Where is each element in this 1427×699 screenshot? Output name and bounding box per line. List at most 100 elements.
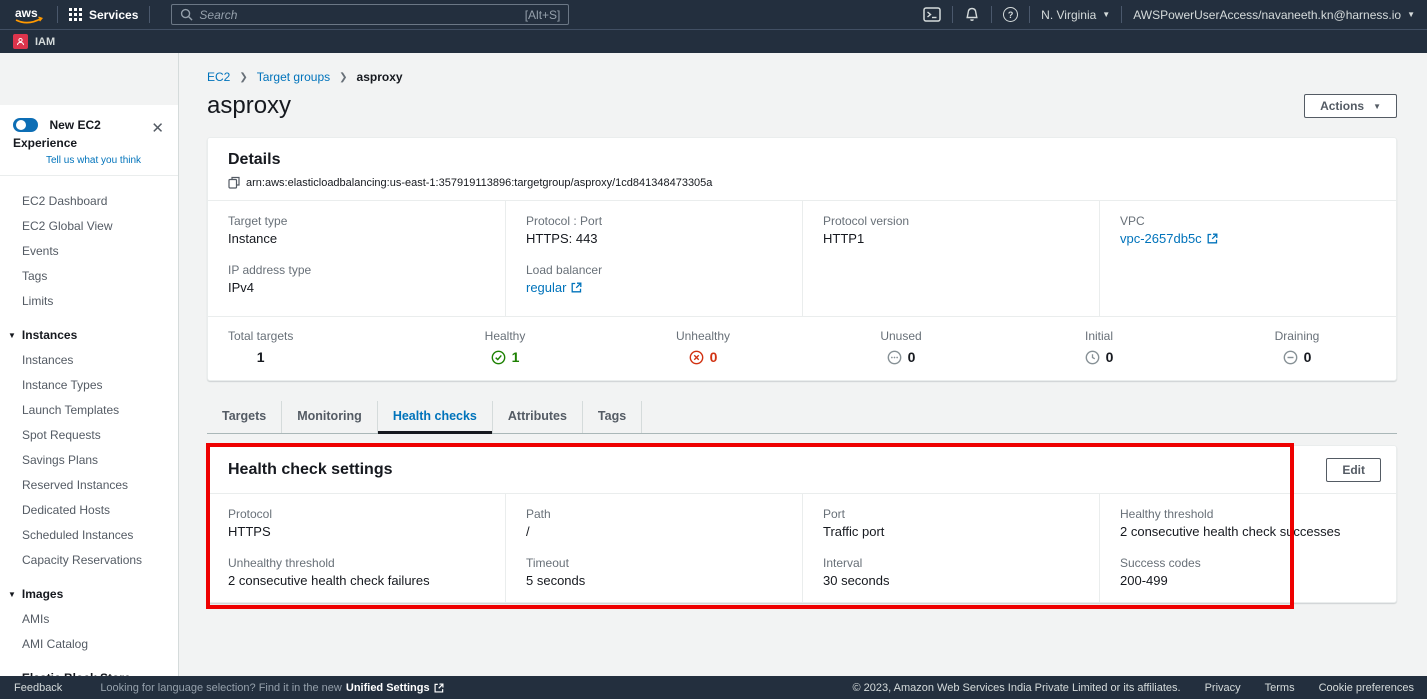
privacy-link[interactable]: Privacy <box>1205 682 1241 694</box>
field-value: 30 seconds <box>823 573 1079 588</box>
account-menu[interactable]: AWSPowerUserAccess/navaneeth.kn@harness.… <box>1133 8 1415 22</box>
copy-arn-icon[interactable] <box>228 176 240 189</box>
check-circle-icon <box>491 350 506 365</box>
vpc-link[interactable]: vpc-2657db5c <box>1120 231 1218 246</box>
sidebar-item-events[interactable]: Events <box>0 239 178 264</box>
sidebar-section-images[interactable]: ▼Images <box>0 582 178 607</box>
sidebar-item-tags[interactable]: Tags <box>0 264 178 289</box>
sidebar-item-capacity-reservations[interactable]: Capacity Reservations <box>0 548 178 573</box>
recently-visited-bar: IAM <box>0 29 1427 53</box>
breadcrumb-current: asproxy <box>357 70 403 84</box>
cookie-preferences-link[interactable]: Cookie preferences <box>1319 682 1414 694</box>
sidebar-item-savings-plans[interactable]: Savings Plans <box>0 448 178 473</box>
experience-toggle[interactable] <box>13 118 38 132</box>
sidebar-item-launch-templates[interactable]: Launch Templates <box>0 398 178 423</box>
sidebar-item-amis[interactable]: AMIs <box>0 607 178 632</box>
breadcrumb-target-groups[interactable]: Target groups <box>257 70 330 84</box>
field-value: IPv4 <box>228 280 485 295</box>
field-value: 200-499 <box>1120 573 1376 588</box>
terms-link[interactable]: Terms <box>1265 682 1295 694</box>
stat-value-draining: 0 <box>1275 349 1320 365</box>
field-value: HTTPS: 443 <box>526 231 782 246</box>
edit-button-label: Edit <box>1342 463 1365 477</box>
sidebar-section-instances[interactable]: ▼Instances <box>0 323 178 348</box>
stat-value-unused: 0 <box>880 349 921 365</box>
sidebar-item-instances[interactable]: Instances <box>0 348 178 373</box>
stat-label-unused: Unused <box>880 329 921 343</box>
region-label: N. Virginia <box>1041 8 1096 22</box>
top-navigation-bar: aws Services [Alt+S] <box>0 0 1427 29</box>
field-label: Unhealthy threshold <box>228 556 485 570</box>
field-value: Instance <box>228 231 485 246</box>
help-icon[interactable]: ? <box>1003 7 1018 22</box>
sidebar-top-gap <box>0 53 178 105</box>
load-balancer-link[interactable]: regular <box>526 280 582 295</box>
target-group-arn: arn:aws:elasticloadbalancing:us-east-1:3… <box>246 177 712 189</box>
notifications-bell-icon[interactable] <box>964 7 980 23</box>
sidebar-item-ec2-global-view[interactable]: EC2 Global View <box>0 214 178 239</box>
feedback-link[interactable]: Feedback <box>14 682 62 694</box>
cloudshell-icon[interactable] <box>923 7 941 22</box>
section-caret-icon: ▼ <box>8 590 16 599</box>
services-grid-icon <box>69 8 82 21</box>
sidebar-item-scheduled-instances[interactable]: Scheduled Instances <box>0 523 178 548</box>
services-menu-button[interactable]: Services <box>69 8 138 22</box>
stat-value-healthy: 1 <box>485 349 526 365</box>
recent-service-iam[interactable]: IAM <box>13 34 55 49</box>
field-value: 2 consecutive health check successes <box>1120 524 1376 539</box>
field-value: / <box>526 524 782 539</box>
tab-tags[interactable]: Tags <box>583 401 642 433</box>
global-search[interactable]: [Alt+S] <box>171 4 569 25</box>
chevron-down-icon: ▼ <box>1407 10 1415 19</box>
chevron-down-icon: ▼ <box>1373 102 1381 111</box>
x-circle-icon <box>689 350 704 365</box>
divider <box>1029 6 1030 23</box>
field-label: Load balancer <box>526 263 782 277</box>
stat-label-initial: Initial <box>1085 329 1114 343</box>
ellipsis-circle-icon <box>887 350 902 365</box>
field-value: Traffic port <box>823 524 1079 539</box>
tab-attributes[interactable]: Attributes <box>493 401 583 433</box>
external-link-icon <box>1207 233 1218 244</box>
clock-circle-icon <box>1085 350 1100 365</box>
sidebar-item-dedicated-hosts[interactable]: Dedicated Hosts <box>0 498 178 523</box>
tab-monitoring[interactable]: Monitoring <box>282 401 378 433</box>
section-caret-icon: ▼ <box>8 331 16 340</box>
tab-strip: Targets Monitoring Health checks Attribu… <box>207 401 1397 434</box>
stat-label-total-targets: Total targets <box>228 329 293 343</box>
field-value: 5 seconds <box>526 573 782 588</box>
sidebar-item-instance-types[interactable]: Instance Types <box>0 373 178 398</box>
tab-targets[interactable]: Targets <box>207 401 282 433</box>
aws-logo[interactable]: aws <box>12 4 46 26</box>
external-link-icon <box>434 683 444 693</box>
search-icon <box>180 8 193 21</box>
svg-text:aws: aws <box>15 6 38 20</box>
field-label: Target type <box>228 214 485 228</box>
details-title: Details <box>228 151 1376 169</box>
minus-circle-icon <box>1283 350 1298 365</box>
sidebar-item-ami-catalog[interactable]: AMI Catalog <box>0 632 178 657</box>
breadcrumb-ec2[interactable]: EC2 <box>207 70 230 84</box>
search-shortcut-hint: [Alt+S] <box>525 8 561 22</box>
divider <box>1121 6 1122 23</box>
search-input[interactable] <box>199 8 518 22</box>
divider <box>991 6 992 23</box>
edit-button[interactable]: Edit <box>1326 458 1381 482</box>
vpc-link-label: vpc-2657db5c <box>1120 231 1202 246</box>
load-balancer-link-label: regular <box>526 280 566 295</box>
close-icon[interactable]: ✕ <box>151 121 164 136</box>
tell-us-link[interactable]: Tell us what you think <box>46 155 166 166</box>
sidebar-item-limits[interactable]: Limits <box>0 289 178 314</box>
region-selector[interactable]: N. Virginia ▼ <box>1041 8 1110 22</box>
unified-settings-link[interactable]: Unified Settings <box>346 682 430 694</box>
field-label: Healthy threshold <box>1120 507 1376 521</box>
sidebar-item-spot-requests[interactable]: Spot Requests <box>0 423 178 448</box>
sidebar-item-ec2-dashboard[interactable]: EC2 Dashboard <box>0 189 178 214</box>
health-check-settings-card: Health check settings Edit Protocol HTTP… <box>207 445 1397 603</box>
actions-button[interactable]: Actions ▼ <box>1304 94 1397 118</box>
health-check-settings-title: Health check settings <box>228 461 393 479</box>
services-label: Services <box>89 8 138 22</box>
tab-health-checks[interactable]: Health checks <box>378 401 493 433</box>
sidebar-item-reserved-instances[interactable]: Reserved Instances <box>0 473 178 498</box>
stat-value-unhealthy: 0 <box>676 349 730 365</box>
